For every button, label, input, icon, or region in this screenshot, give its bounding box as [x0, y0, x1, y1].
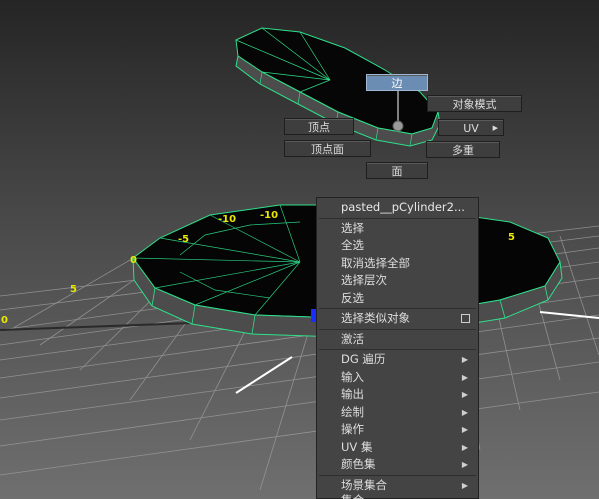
- menu-item-select-all[interactable]: 全选: [317, 237, 478, 255]
- marking-menu-multi[interactable]: 多重: [426, 141, 500, 158]
- menu-item-label: 反选: [341, 290, 364, 305]
- maya-viewport[interactable]: -10 -10 -5 0 5 5 0 边 对象模式 顶点 UV ▶ 顶点面 多重…: [0, 0, 599, 499]
- menu-divider: [319, 308, 476, 309]
- menu-divider: [319, 328, 476, 330]
- submenu-arrow-icon: ▶: [461, 425, 468, 434]
- menu-divider: [319, 474, 476, 476]
- submenu-arrow-icon: ▶: [461, 480, 468, 490]
- menu-item-label: 选择类似对象: [341, 311, 410, 325]
- viewport-scene[interactable]: -10 -10 -5 0 5 5 0: [0, 0, 599, 499]
- menu-item-label: 输入: [341, 369, 364, 384]
- edge-label: 边: [391, 77, 403, 90]
- menu-item-invert[interactable]: 反选: [317, 290, 478, 308]
- submenu-arrow-icon: ▶: [461, 407, 468, 417]
- grid-number: -10: [218, 214, 236, 225]
- uv-label: UV: [463, 122, 479, 135]
- marking-menu-uv[interactable]: UV ▶: [438, 119, 504, 136]
- menu-item-color-sets[interactable]: 颜色集 ▶: [317, 456, 478, 474]
- grid-number: -10: [260, 210, 278, 221]
- menu-item-label: UV 集: [341, 439, 373, 454]
- menu-item-dg-traversal[interactable]: DG 遍历 ▶: [317, 351, 478, 369]
- grid-number: 5: [70, 284, 77, 295]
- grid-number: 0: [1, 315, 8, 326]
- context-menu-header: pasted__pCylinder2...: [317, 198, 478, 217]
- context-menu[interactable]: pasted__pCylinder2... 选择 全选 取消选择全部 选择层次 …: [316, 197, 479, 499]
- menu-item-label: 颜色集: [341, 457, 376, 471]
- vertex-label: 顶点: [308, 121, 330, 134]
- marking-menu-face[interactable]: 面: [366, 162, 428, 179]
- menu-item-label: 绘制: [341, 404, 364, 419]
- menu-item-label: 全选: [341, 238, 364, 252]
- submenu-arrow-icon: ▶: [461, 442, 468, 452]
- menu-item-label: 激活: [341, 331, 364, 346]
- marking-menu-edge[interactable]: 边: [366, 74, 428, 91]
- submenu-arrow-icon: ▶: [492, 124, 498, 132]
- menu-item-label: 选择层次: [341, 273, 387, 287]
- marking-menu-object-mode[interactable]: 对象模式: [427, 95, 522, 112]
- menu-item-label: DG 遍历: [341, 352, 386, 366]
- menu-item-label: 选择: [341, 220, 364, 235]
- menu-item-paint[interactable]: 绘制 ▶: [317, 404, 478, 422]
- object-mode-label: 对象模式: [452, 98, 497, 111]
- menu-item-partial[interactable]: 集合: [317, 494, 478, 499]
- grid-axis-white: [235, 356, 293, 394]
- menu-item-deselect-all[interactable]: 取消选择全部: [317, 255, 478, 273]
- menu-item-uv-sets[interactable]: UV 集 ▶: [317, 439, 478, 457]
- multi-label: 多重: [452, 144, 474, 157]
- menu-item-select-hierarchy[interactable]: 选择层次: [317, 272, 478, 290]
- menu-divider: [319, 349, 476, 350]
- menu-item-actions[interactable]: 操作 ▶: [317, 421, 478, 439]
- marking-menu-vertex[interactable]: 顶点: [284, 118, 354, 135]
- menu-item-label: 取消选择全部: [341, 255, 410, 270]
- submenu-arrow-icon: ▶: [461, 372, 468, 382]
- menu-item-label: 场景集合: [341, 477, 387, 492]
- submenu-arrow-icon: ▶: [461, 460, 468, 469]
- menu-item-scene-sets[interactable]: 场景集合 ▶: [317, 477, 478, 495]
- menu-item-select-similar[interactable]: 选择类似对象: [317, 310, 478, 328]
- menu-item-activate[interactable]: 激活: [317, 331, 478, 349]
- submenu-arrow-icon: ▶: [461, 355, 468, 364]
- grid-number: 0: [130, 255, 137, 266]
- marking-menu-vertex-face[interactable]: 顶点面: [284, 140, 371, 157]
- menu-item-outputs[interactable]: 输出 ▶: [317, 386, 478, 404]
- object-name: pasted__pCylinder2...: [341, 200, 465, 214]
- marking-menu-center: [392, 120, 404, 132]
- menu-item-label: 输出: [341, 387, 364, 401]
- menu-divider: [319, 217, 476, 219]
- grid-number: -5: [178, 234, 189, 245]
- grid-axis-white-2: [539, 311, 599, 319]
- face-label: 面: [391, 165, 403, 178]
- menu-item-inputs[interactable]: 输入 ▶: [317, 369, 478, 387]
- option-box-icon[interactable]: [461, 314, 470, 323]
- submenu-arrow-icon: ▶: [461, 390, 468, 399]
- menu-item-label: 集合: [341, 494, 364, 499]
- vertex-face-label: 顶点面: [311, 143, 344, 156]
- menu-item-select[interactable]: 选择: [317, 220, 478, 238]
- grid-number: 5: [508, 232, 515, 243]
- menu-item-label: 操作: [341, 422, 364, 436]
